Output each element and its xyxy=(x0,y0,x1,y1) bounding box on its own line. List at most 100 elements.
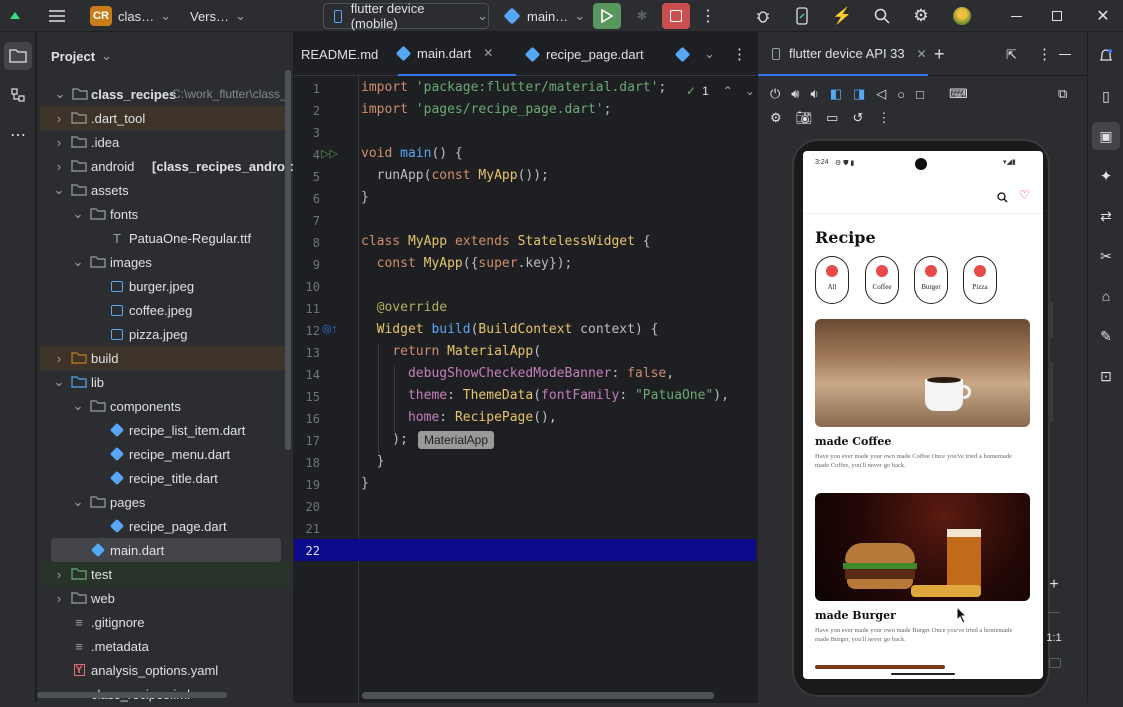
notifications-icon[interactable] xyxy=(1092,42,1120,70)
tree-item[interactable]: ≡ .gitignore xyxy=(40,610,290,634)
device-manager-icon[interactable]: ▯ xyxy=(1092,82,1120,110)
tree-item[interactable]: ⌄ pages xyxy=(40,490,290,514)
code-line[interactable]: } xyxy=(361,476,369,491)
chevron-down-icon[interactable]: ⌄ xyxy=(72,254,84,269)
power-icon[interactable]: ⏻ xyxy=(770,86,780,102)
tree-item[interactable]: ⌄ components xyxy=(40,394,290,418)
tree-item[interactable]: recipe_title.dart xyxy=(40,466,290,490)
chevron-up-icon[interactable]: ⌃ xyxy=(723,84,733,98)
tree-item[interactable]: recipe_page.dart xyxy=(40,514,290,538)
camera-icon[interactable]: 📷︎ xyxy=(796,110,813,126)
tree-item[interactable]: ⌄ images xyxy=(40,250,290,274)
record-icon[interactable]: ▭ xyxy=(826,110,838,126)
tree-item[interactable]: recipe_list_item.dart xyxy=(40,418,290,442)
heart-icon[interactable]: ♡ xyxy=(1019,188,1030,202)
tree-root[interactable]: ⌄ class_recipes C:\work_flutter\class_ xyxy=(40,82,290,106)
close-icon[interactable]: ✕ xyxy=(917,47,927,61)
chevron-right-icon[interactable]: › xyxy=(53,159,65,174)
zoom-actual-size-button[interactable]: 1:1 xyxy=(1041,625,1067,651)
vcs-widget[interactable]: Vers… ⌄ xyxy=(190,0,246,32)
tree-item[interactable]: › .dart_tool xyxy=(40,106,290,130)
home-icon[interactable]: ○ xyxy=(897,87,905,102)
chevron-right-icon[interactable]: › xyxy=(53,591,65,606)
code-line[interactable]: runApp(const MyApp()); xyxy=(361,168,549,183)
tree-item[interactable]: main.dart xyxy=(51,538,281,562)
tree-item[interactable]: ⌄ assets xyxy=(40,178,290,202)
category-burger[interactable]: Burger xyxy=(914,256,948,304)
chevron-right-icon[interactable]: › xyxy=(53,135,65,150)
zoom-in-button[interactable]: + xyxy=(1041,572,1067,598)
code-line[interactable]: const MyApp({super.key}); xyxy=(361,256,573,271)
phone-screen[interactable]: 3:24 ⚙ ⛊ ▮ ▾◢▮ ♡ Recipe All Coffee Burge… xyxy=(803,151,1043,679)
device-manager-icon[interactable] xyxy=(791,0,813,32)
structure-icon[interactable] xyxy=(4,81,32,109)
recipe-image-coffee[interactable] xyxy=(815,319,1030,427)
minimize-icon[interactable] xyxy=(1059,54,1071,55)
close-icon[interactable]: ✕ xyxy=(1096,0,1110,32)
more-actions-icon[interactable]: ⋮ xyxy=(700,0,716,32)
project-widget[interactable]: CR clas… ⌄ xyxy=(90,0,171,32)
code-line[interactable]: } xyxy=(361,190,369,205)
category-pizza[interactable]: Pizza xyxy=(963,256,997,304)
reset-icon[interactable]: ↺ xyxy=(852,110,863,126)
tree-item[interactable]: › android [class_recipes_android] xyxy=(40,154,293,178)
search-icon[interactable] xyxy=(997,191,1008,206)
rotate-left-icon[interactable]: ◧ xyxy=(830,86,842,102)
hot-reload-icon[interactable]: ⚡ xyxy=(832,0,852,32)
chevron-down-icon[interactable]: ⌄ xyxy=(72,206,84,221)
tree-item[interactable]: recipe_menu.dart xyxy=(40,442,290,466)
tree-item[interactable]: pizza.jpeg xyxy=(40,322,290,346)
category-coffee[interactable]: Coffee xyxy=(865,256,899,304)
tree-item[interactable]: ⌄ lib xyxy=(40,370,290,394)
tree-item[interactable]: coffee.jpeg xyxy=(40,298,290,322)
chevron-down-icon[interactable]: ⌄ xyxy=(72,398,84,413)
tree-item[interactable]: › test xyxy=(40,562,290,586)
chevron-down-icon[interactable]: ⌄ xyxy=(745,84,755,98)
code-line[interactable]: debugShowCheckedModeBanner: false, xyxy=(361,366,674,381)
tree-item[interactable]: › build xyxy=(40,346,290,370)
tree-item[interactable]: › web xyxy=(40,586,290,610)
home-indicator[interactable] xyxy=(891,673,955,675)
minimize-icon[interactable] xyxy=(1009,0,1023,32)
inspection-widget[interactable]: ✓ 1 ⌃ ⌄ xyxy=(686,84,755,98)
tab-recipe-page[interactable]: recipe_page.dart xyxy=(524,32,644,76)
chevron-down-icon[interactable]: ⌄ xyxy=(53,374,65,389)
stop-button[interactable] xyxy=(662,3,690,29)
volume-down-icon[interactable]: 🔉︎ xyxy=(811,86,819,102)
horizontal-scrollbar[interactable] xyxy=(362,692,714,699)
code-line[interactable]: import 'pages/recipe_page.dart'; xyxy=(361,102,611,117)
volume-up-icon[interactable]: 🔊︎ xyxy=(791,86,799,102)
tree-item[interactable]: Yanalysis_options.yaml xyxy=(40,658,290,682)
run-config-selector[interactable]: main… ⌄ xyxy=(503,0,585,32)
more-tools-icon[interactable]: ⋯ xyxy=(4,121,32,149)
device-tab[interactable]: flutter device API 33 ✕ xyxy=(772,46,927,61)
avatar[interactable] xyxy=(951,0,973,32)
running-devices-icon[interactable]: ▣ xyxy=(1092,122,1120,150)
back-icon[interactable]: ◁ xyxy=(876,86,886,102)
horizontal-scrollbar[interactable] xyxy=(37,692,227,698)
search-icon[interactable] xyxy=(872,0,892,32)
chevron-right-icon[interactable]: › xyxy=(53,567,65,582)
code-line[interactable]: import 'package:flutter/material.dart'; xyxy=(361,80,666,95)
project-tool-button[interactable] xyxy=(4,42,32,70)
code-line[interactable]: class MyApp extends StatelessWidget { xyxy=(361,234,651,249)
code-line[interactable]: @override xyxy=(361,300,447,315)
code-line[interactable]: } xyxy=(361,454,385,469)
more-actions-icon[interactable]: ⋮ xyxy=(877,110,890,126)
code-line[interactable]: home: RecipePage(), xyxy=(361,410,557,425)
code-line[interactable]: theme: ThemeData(fontFamily: "PatuaOne")… xyxy=(361,388,729,403)
zoom-out-button[interactable] xyxy=(1048,612,1060,613)
main-menu-icon[interactable] xyxy=(46,0,68,32)
resource-manager-icon[interactable]: ✎ xyxy=(1092,322,1120,350)
run-gutter-icon[interactable]: ▷▷ xyxy=(321,147,338,160)
tree-item[interactable]: › .idea xyxy=(40,130,290,154)
open-external-icon[interactable]: ⇱ xyxy=(1006,47,1017,63)
tab-main-dart[interactable]: main.dart ✕ xyxy=(395,32,516,76)
tree-item[interactable]: T PatuaOne-Regular.ttf xyxy=(40,226,290,250)
override-gutter-icon[interactable]: ◎↑ xyxy=(322,322,337,335)
more-actions-icon[interactable]: ⋮ xyxy=(1037,45,1052,63)
layout-inspector-icon[interactable]: ⧉ xyxy=(1058,86,1067,102)
code-line[interactable]: return MaterialApp( xyxy=(361,344,541,359)
code-line[interactable]: void main() { xyxy=(361,146,463,161)
keyboard-icon[interactable]: ⌨ xyxy=(949,86,968,102)
